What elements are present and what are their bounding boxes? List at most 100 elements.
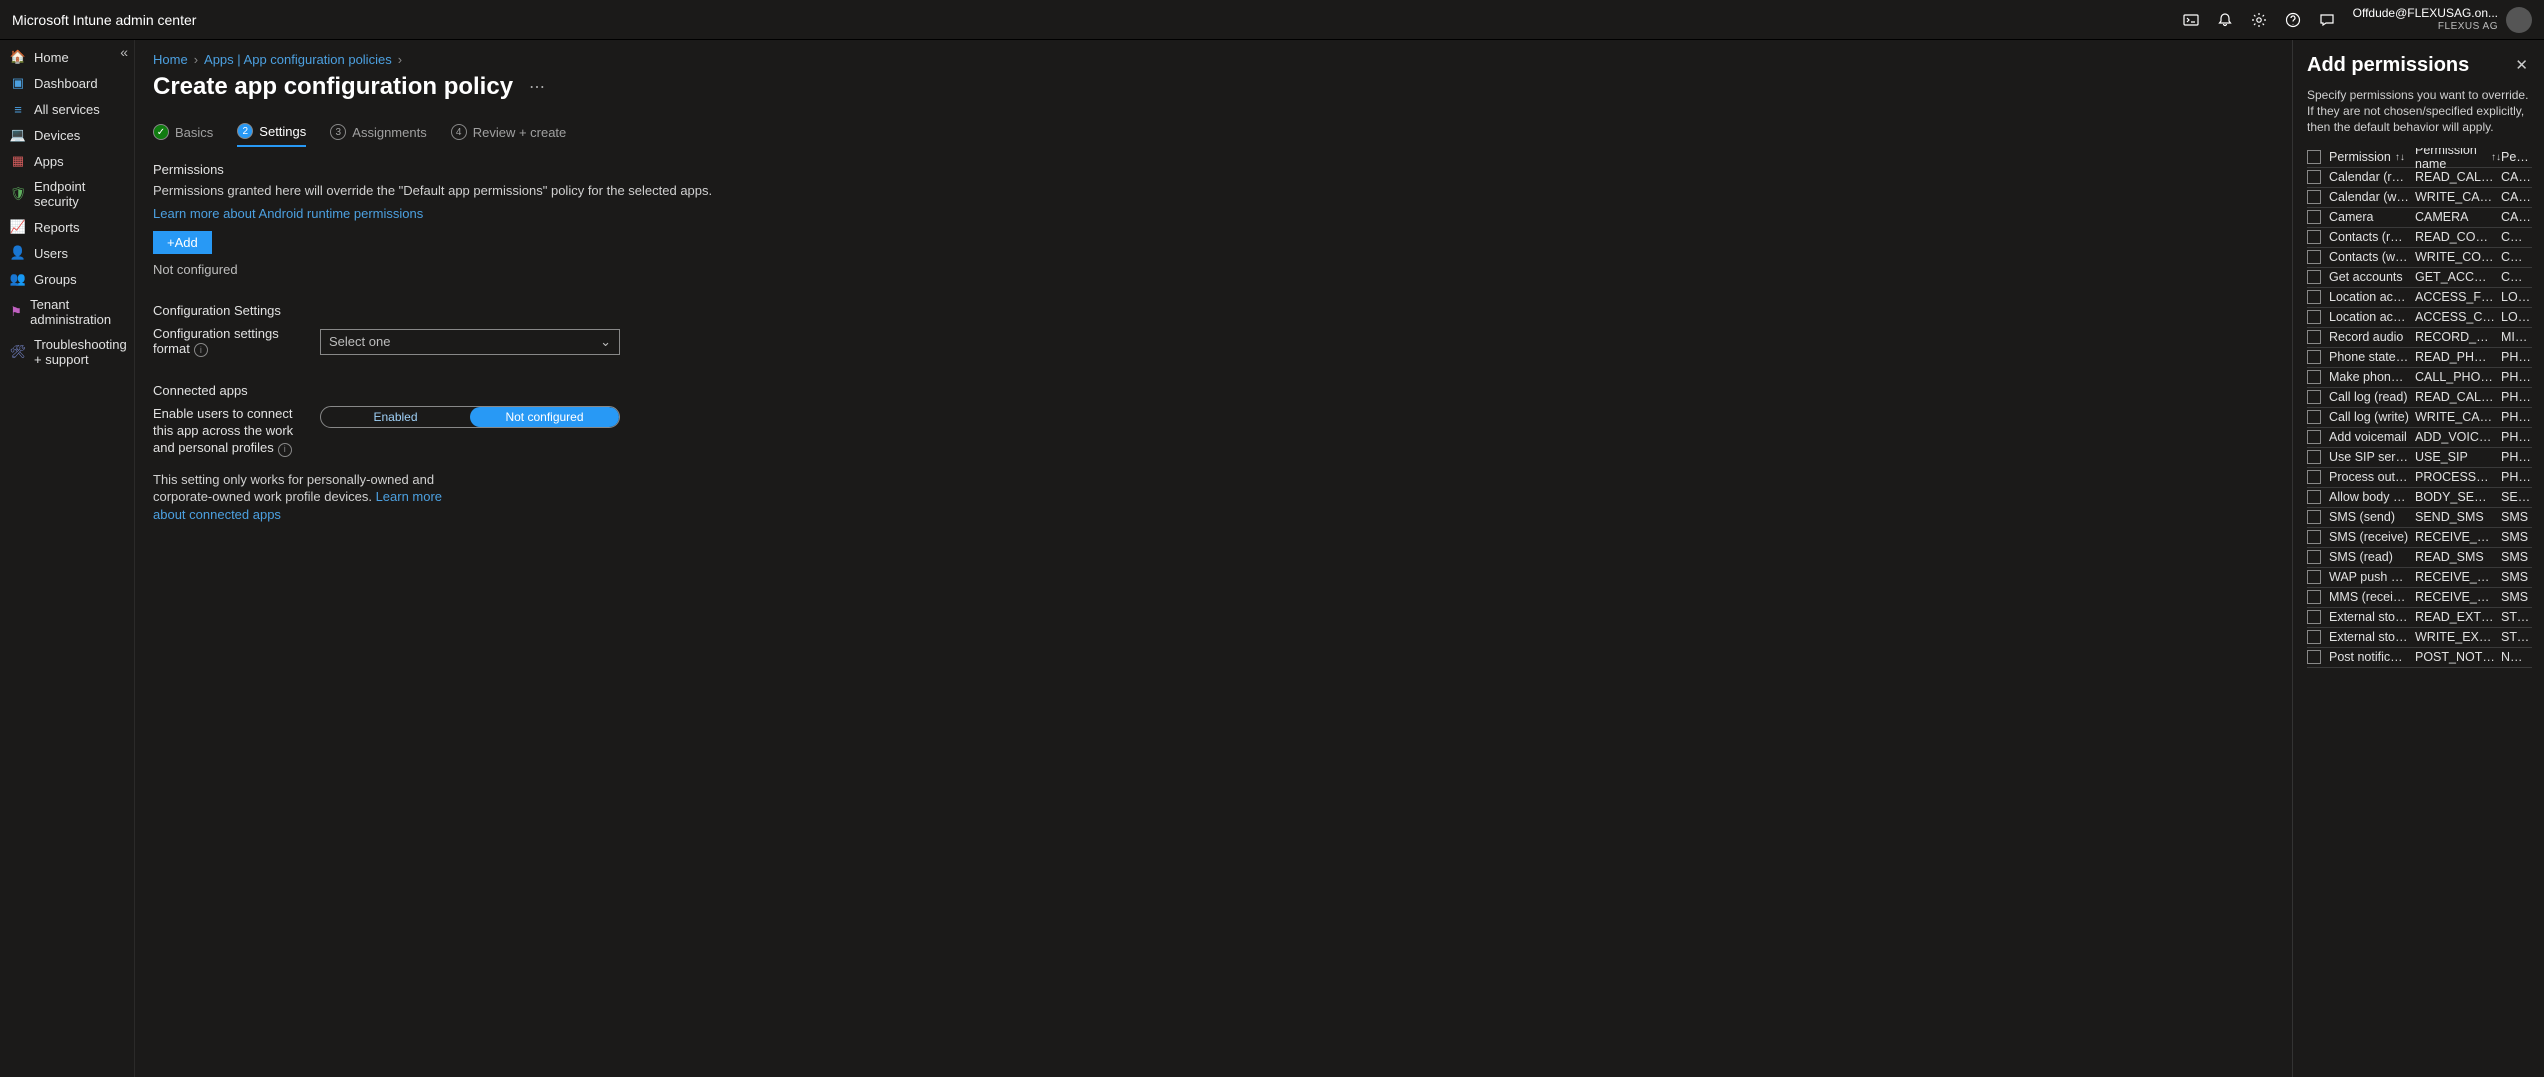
sidebar-item-reports[interactable]: 📈Reports (0, 214, 134, 240)
sidebar-item-groups[interactable]: 👥Groups (0, 266, 134, 292)
cloud-shell-icon[interactable] (2183, 12, 2199, 28)
nav-label: Dashboard (34, 76, 98, 91)
cell-permission-group: PHONE (2501, 470, 2532, 484)
notifications-icon[interactable] (2217, 12, 2233, 28)
wizard-step-settings[interactable]: 2Settings (237, 123, 306, 147)
sidebar-item-tenant-administration[interactable]: ⚑Tenant administration (0, 292, 134, 332)
row-checkbox[interactable] (2307, 210, 2321, 224)
table-row[interactable]: Use SIP serviceUSE_SIPPHONE (2307, 448, 2532, 468)
table-row[interactable]: Post notificationsPOST_NOTIFICATIONSNOTI… (2307, 648, 2532, 668)
table-row[interactable]: Location access (coa...ACCESS_COARSE_LO.… (2307, 308, 2532, 328)
feedback-icon[interactable] (2319, 12, 2335, 28)
row-checkbox[interactable] (2307, 290, 2321, 304)
row-checkbox[interactable] (2307, 190, 2321, 204)
add-permissions-button[interactable]: +Add (153, 231, 212, 254)
sidebar-item-all-services[interactable]: ≡All services (0, 96, 134, 122)
cell-permission-group: CONTACTS (2501, 230, 2532, 244)
connected-label: Enable users to connect this app across … (153, 406, 308, 457)
sidebar-item-devices[interactable]: 💻Devices (0, 122, 134, 148)
connected-toggle[interactable]: Enabled Not configured (320, 406, 620, 428)
table-row[interactable]: Calendar (write)WRITE_CALENDARCALENDAR (2307, 188, 2532, 208)
sidebar-item-troubleshooting-support[interactable]: 🛠Troubleshooting + support (0, 332, 134, 372)
table-row[interactable]: WAP push messages...RECEIVE_WAP_PUSHSMS (2307, 568, 2532, 588)
cell-permission: WAP push messages... (2329, 570, 2415, 584)
row-checkbox[interactable] (2307, 450, 2321, 464)
table-row[interactable]: External storage (re...READ_EXTERNAL_ST.… (2307, 608, 2532, 628)
table-row[interactable]: Record audioRECORD_AUDIOMICROPHONE (2307, 328, 2532, 348)
row-checkbox[interactable] (2307, 370, 2321, 384)
cell-permission-group: PHONE (2501, 410, 2532, 424)
breadcrumb-home[interactable]: Home (153, 52, 188, 67)
toggle-enabled[interactable]: Enabled (321, 407, 470, 427)
sort-icon: ↑↓ (2395, 152, 2405, 163)
table-row[interactable]: CameraCAMERACAMERA (2307, 208, 2532, 228)
table-row[interactable]: Call log (write)WRITE_CALL_LOGPHONE (2307, 408, 2532, 428)
row-checkbox[interactable] (2307, 170, 2321, 184)
table-row[interactable]: SMS (send)SEND_SMSSMS (2307, 508, 2532, 528)
user-block[interactable]: Offdude@FLEXUSAG.on... FLEXUS AG (2353, 7, 2532, 33)
row-checkbox[interactable] (2307, 490, 2321, 504)
close-icon[interactable]: ✕ (2511, 54, 2532, 76)
row-checkbox[interactable] (2307, 650, 2321, 664)
info-icon[interactable]: i (278, 443, 292, 457)
info-icon[interactable]: i (194, 343, 208, 357)
wizard-step-basics[interactable]: ✓Basics (153, 123, 213, 147)
select-all-checkbox[interactable] (2307, 150, 2321, 164)
row-checkbox[interactable] (2307, 270, 2321, 284)
table-row[interactable]: MMS (receive)RECEIVE_MMSSMS (2307, 588, 2532, 608)
nav-icon: 📈 (10, 219, 26, 235)
row-checkbox[interactable] (2307, 250, 2321, 264)
wizard-step-review-create[interactable]: 4Review + create (451, 123, 567, 147)
nav-icon: 👥 (10, 271, 26, 287)
row-checkbox[interactable] (2307, 630, 2321, 644)
config-format-select[interactable]: Select one ⌄ (320, 329, 620, 355)
table-row[interactable]: Contacts (write)WRITE_CONTACTSCONTACTS (2307, 248, 2532, 268)
row-checkbox[interactable] (2307, 530, 2321, 544)
table-row[interactable]: Process outgoing ca...PROCESS_OUTGOIN...… (2307, 468, 2532, 488)
table-row[interactable]: Get accountsGET_ACCOUNTSCONTACTS (2307, 268, 2532, 288)
cell-permission-group: NOTIFICATION (2501, 650, 2532, 664)
row-checkbox[interactable] (2307, 390, 2321, 404)
table-row[interactable]: SMS (receive)RECEIVE_SMSSMS (2307, 528, 2532, 548)
row-checkbox[interactable] (2307, 410, 2321, 424)
row-checkbox[interactable] (2307, 470, 2321, 484)
breadcrumb-apps-policies[interactable]: Apps | App configuration policies (204, 52, 392, 67)
settings-icon[interactable] (2251, 12, 2267, 28)
wizard-step-assignments[interactable]: 3Assignments (330, 123, 426, 147)
row-checkbox[interactable] (2307, 430, 2321, 444)
table-row[interactable]: Contacts (read)READ_CONTACTSCONTACTS (2307, 228, 2532, 248)
table-row[interactable]: Make phone callsCALL_PHONEPHONE (2307, 368, 2532, 388)
row-checkbox[interactable] (2307, 230, 2321, 244)
sidebar-item-dashboard[interactable]: ▣Dashboard (0, 70, 134, 96)
sidebar-item-endpoint-security[interactable]: 🛡Endpoint security (0, 174, 134, 214)
cell-permission: Calendar (write) (2329, 190, 2415, 204)
row-checkbox[interactable] (2307, 590, 2321, 604)
table-row[interactable]: Call log (read)READ_CALL_LOGPHONE (2307, 388, 2532, 408)
help-icon[interactable] (2285, 12, 2301, 28)
col-permission-header[interactable]: Permission↑↓ (2329, 150, 2415, 164)
col-permission-name-header[interactable]: Permission name↑↓ (2415, 148, 2501, 172)
row-checkbox[interactable] (2307, 510, 2321, 524)
table-row[interactable]: SMS (read)READ_SMSSMS (2307, 548, 2532, 568)
row-checkbox[interactable] (2307, 350, 2321, 364)
table-row[interactable]: External storage (wri...WRITE_EXTERNAL_S… (2307, 628, 2532, 648)
row-checkbox[interactable] (2307, 310, 2321, 324)
sidebar-collapse-icon[interactable]: « (120, 44, 128, 60)
table-row[interactable]: Location access (fine)ACCESS_FINE_LOCAT.… (2307, 288, 2532, 308)
toggle-not-configured[interactable]: Not configured (470, 407, 619, 427)
col-permission-group-header[interactable]: Permission g (2501, 150, 2532, 164)
table-row[interactable]: Calendar (read)READ_CALENDARCALENDAR (2307, 168, 2532, 188)
row-checkbox[interactable] (2307, 330, 2321, 344)
permissions-learn-link[interactable]: Learn more about Android runtime permiss… (153, 206, 2274, 221)
table-row[interactable]: Phone state (read)READ_PHONE_STATEPHONE (2307, 348, 2532, 368)
row-checkbox[interactable] (2307, 610, 2321, 624)
more-actions-icon[interactable]: ⋯ (525, 77, 549, 97)
row-checkbox[interactable] (2307, 570, 2321, 584)
sidebar-item-apps[interactable]: ▦Apps (0, 148, 134, 174)
row-checkbox[interactable] (2307, 550, 2321, 564)
avatar[interactable] (2506, 7, 2532, 33)
sidebar-item-home[interactable]: 🏠Home (0, 44, 134, 70)
table-row[interactable]: Add voicemailADD_VOICEMAILPHONE (2307, 428, 2532, 448)
sidebar-item-users[interactable]: 👤Users (0, 240, 134, 266)
table-row[interactable]: Allow body sensor d...BODY_SENSORSSENSOR… (2307, 488, 2532, 508)
